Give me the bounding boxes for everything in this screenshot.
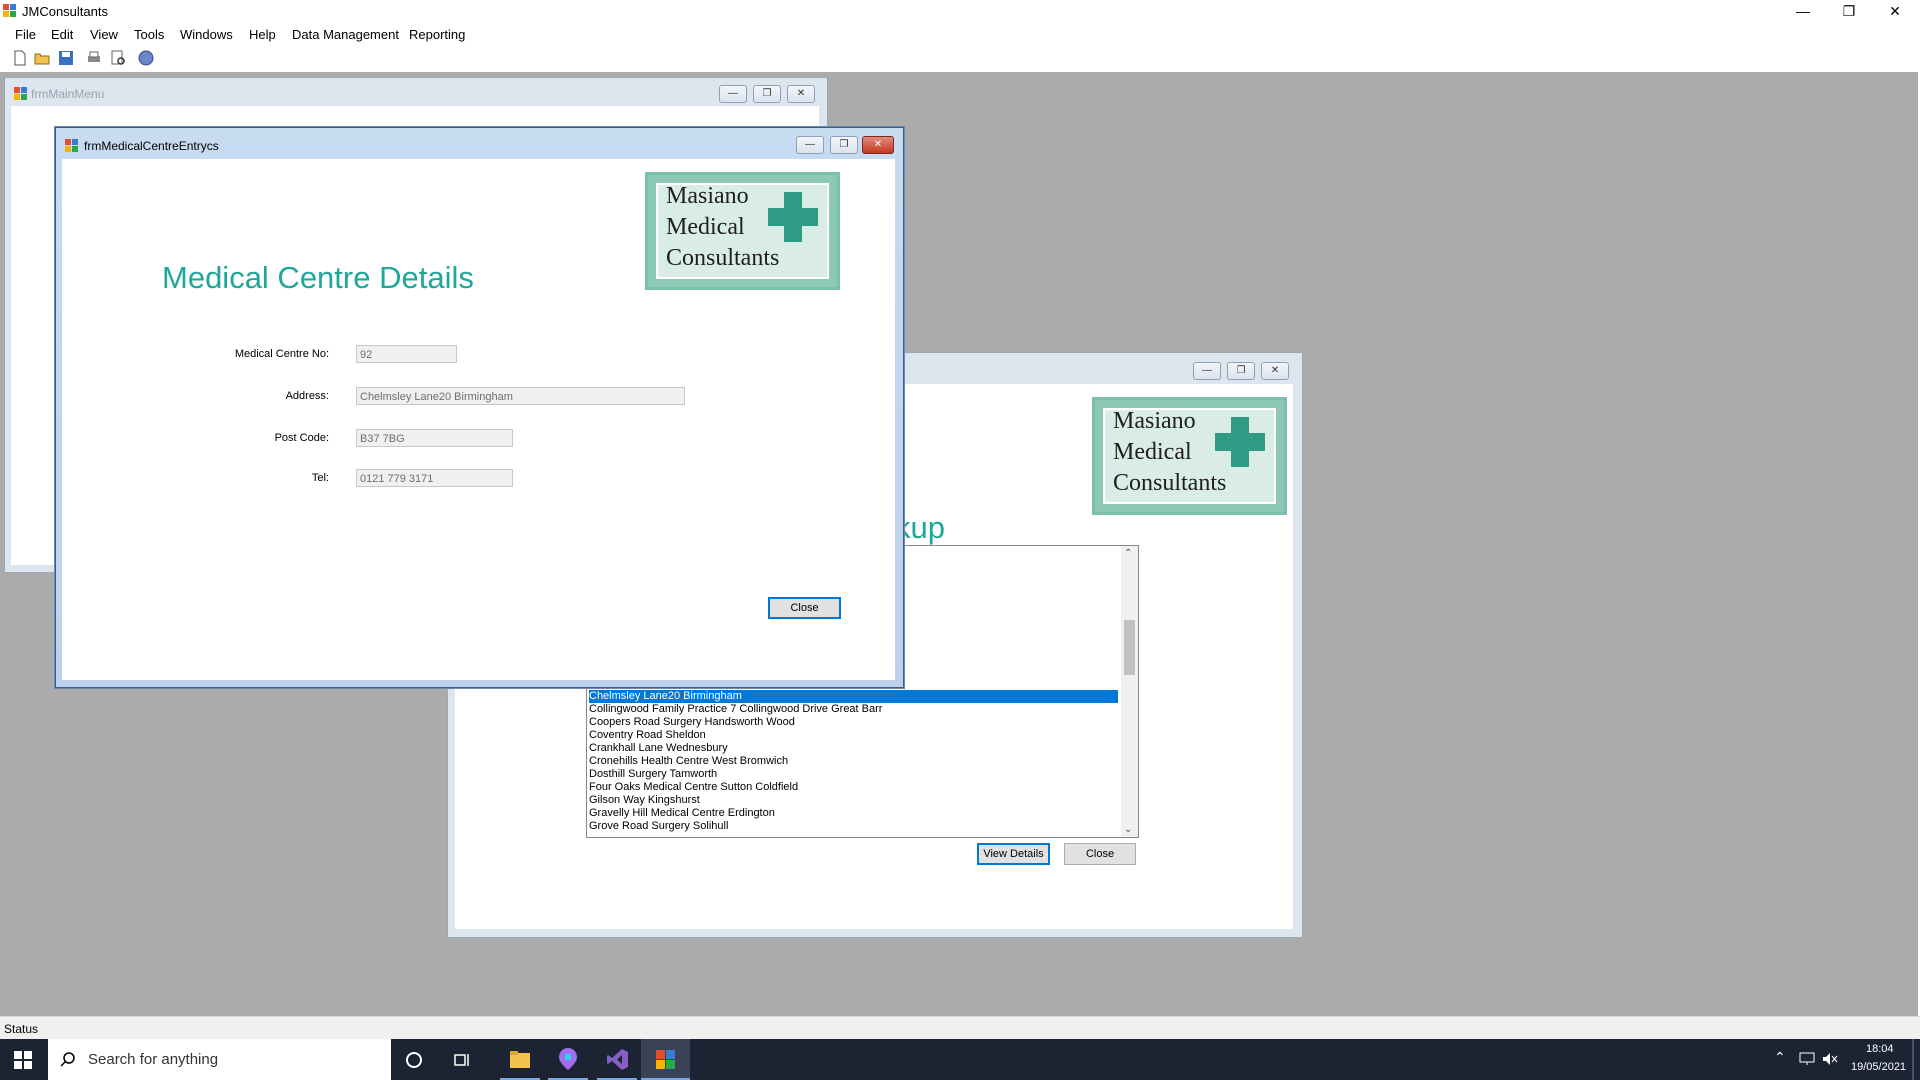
list-item[interactable]: Dosthill Surgery Tamworth <box>589 768 717 781</box>
centre-no-field[interactable]: 92 <box>356 345 457 363</box>
company-logo: Masiano Medical Consultants <box>1092 397 1287 515</box>
taskbar-search-box[interactable]: Search for anything <box>48 1039 391 1080</box>
jmconsultants-taskbar-button[interactable] <box>641 1039 690 1080</box>
windows-start-icon[interactable] <box>14 1051 32 1069</box>
lookup-restore-button[interactable]: ❐ <box>1227 362 1255 380</box>
postcode-field[interactable]: B37 7BG <box>356 429 513 447</box>
menu-bar: File Edit View Tools Windows Help Data M… <box>0 22 1920 46</box>
menu-view[interactable]: View <box>90 27 118 42</box>
scroll-up-arrow-icon[interactable]: ⌃ <box>1124 548 1132 559</box>
logo-line-3: Consultants <box>1113 470 1227 496</box>
visual-studio-icon <box>607 1049 628 1070</box>
listbox-scrollbar[interactable]: ⌃ ⌄ <box>1121 546 1138 837</box>
page-title: Medical Centre Details <box>162 260 474 295</box>
taskbar-time[interactable]: 18:04 <box>1866 1043 1894 1055</box>
cortana-icon[interactable] <box>405 1051 423 1069</box>
network-icon[interactable] <box>1799 1052 1815 1066</box>
taskbar-date[interactable]: 19/05/2021 <box>1851 1061 1906 1073</box>
tel-field[interactable]: 0121 779 3171 <box>356 469 513 487</box>
app-restore-button[interactable]: ❐ <box>1826 0 1872 22</box>
entry-client: Medical Centre Details Masiano Medical C… <box>62 159 895 680</box>
logo-line-2: Medical <box>1113 439 1192 465</box>
main-menu-close-button[interactable]: ✕ <box>787 85 815 103</box>
app-title: JMConsultants <box>22 4 108 19</box>
list-item[interactable]: Crankhall Lane Wednesbury <box>589 742 728 755</box>
menu-file[interactable]: File <box>15 27 36 42</box>
taskbar: Search for anything ⌃ 18:04 19/05/2021 <box>0 1039 1920 1080</box>
menu-data-management[interactable]: Data Management <box>292 27 399 42</box>
jmconsultants-app-icon <box>656 1050 675 1069</box>
visual-studio-taskbar-button[interactable] <box>593 1039 641 1080</box>
logo-line-2: Medical <box>666 214 745 240</box>
list-item[interactable]: Coventry Road Sheldon <box>589 729 706 742</box>
help-globe-icon[interactable] <box>138 50 154 66</box>
toolbar <box>0 46 1920 73</box>
logo-line-3: Consultants <box>666 245 780 271</box>
open-folder-icon[interactable] <box>34 50 50 66</box>
list-item[interactable]: Four Oaks Medical Centre Sutton Coldfiel… <box>589 781 798 794</box>
address-label: Address: <box>285 390 329 402</box>
app-minimize-button[interactable]: — <box>1780 0 1826 22</box>
lookup-close-button[interactable]: ✕ <box>1261 362 1289 380</box>
status-bar: Status <box>0 1016 1920 1040</box>
main-menu-restore-button[interactable]: ❐ <box>753 85 781 103</box>
entry-minimize-button[interactable]: — <box>796 136 824 154</box>
list-item[interactable]: Grove Road Surgery Solihull <box>589 820 728 833</box>
view-details-button[interactable]: View Details <box>977 843 1050 865</box>
show-hidden-icons-chevron-icon[interactable]: ⌃ <box>1774 1049 1786 1066</box>
scrollbar-thumb[interactable] <box>1124 620 1135 675</box>
menu-edit[interactable]: Edit <box>51 27 73 42</box>
file-explorer-icon <box>510 1051 530 1068</box>
list-item[interactable]: Collingwood Family Practice 7 Collingwoo… <box>589 703 882 716</box>
logo-line-1: Masiano <box>666 183 749 209</box>
app-title-bar: JMConsultants — ❐ ✕ <box>0 0 1920 22</box>
main-menu-minimize-button[interactable]: — <box>719 85 747 103</box>
lookup-minimize-button[interactable]: — <box>1193 362 1221 380</box>
search-icon <box>60 1052 75 1067</box>
app-close-button[interactable]: ✕ <box>1872 0 1918 22</box>
menu-reporting[interactable]: Reporting <box>409 27 465 42</box>
search-placeholder: Search for anything <box>88 1051 219 1068</box>
list-item[interactable]: Gravelly Hill Medical Centre Erdington <box>589 807 775 820</box>
volume-muted-icon[interactable] <box>1822 1052 1838 1066</box>
app-icon <box>3 4 16 17</box>
map-app-taskbar-button[interactable] <box>544 1039 592 1080</box>
list-item[interactable]: Gilson Way Kingshurst <box>589 794 700 807</box>
window-form-icon <box>14 87 27 100</box>
scroll-down-arrow-icon[interactable]: ⌄ <box>1124 824 1132 835</box>
save-icon[interactable] <box>58 50 74 66</box>
main-menu-title: frmMainMenu <box>31 87 105 101</box>
company-logo: Masiano Medical Consultants <box>645 172 840 290</box>
lookup-close-button-bottom[interactable]: Close <box>1064 843 1136 865</box>
postcode-label: Post Code: <box>274 432 329 444</box>
new-file-icon[interactable] <box>12 50 28 66</box>
menu-windows[interactable]: Windows <box>180 27 233 42</box>
logo-line-1: Masiano <box>1113 408 1196 434</box>
window-form-icon <box>65 139 78 152</box>
list-item[interactable]: Coopers Road Surgery Handsworth Wood <box>589 716 795 729</box>
print-preview-icon[interactable] <box>110 50 126 66</box>
status-text: Status <box>4 1022 39 1036</box>
task-view-icon[interactable] <box>453 1051 471 1069</box>
map-pin-icon <box>559 1048 577 1070</box>
entry-close-button[interactable]: ✕ <box>862 136 894 154</box>
entry-restore-button[interactable]: ❐ <box>830 136 858 154</box>
print-icon[interactable] <box>86 50 102 66</box>
menu-tools[interactable]: Tools <box>134 27 164 42</box>
address-field[interactable]: Chelmsley Lane20 Birmingham <box>356 387 685 405</box>
file-explorer-taskbar-button[interactable] <box>496 1039 544 1080</box>
entry-close-button-bottom[interactable]: Close <box>768 597 841 619</box>
tel-label: Tel: <box>311 472 329 484</box>
centre-no-label: Medical Centre No: <box>234 348 329 360</box>
entry-window-title: frmMedicalCentreEntrycs <box>84 139 219 153</box>
show-desktop-button[interactable] <box>1912 1039 1914 1080</box>
menu-help[interactable]: Help <box>249 27 276 42</box>
list-item[interactable]: Chelmsley Lane20 Birmingham <box>589 690 1118 703</box>
medical-centre-entry-window[interactable]: frmMedicalCentreEntrycs — ❐ ✕ Medical Ce… <box>54 126 905 689</box>
list-item[interactable]: Cronehills Health Centre West Bromwich <box>589 755 788 768</box>
